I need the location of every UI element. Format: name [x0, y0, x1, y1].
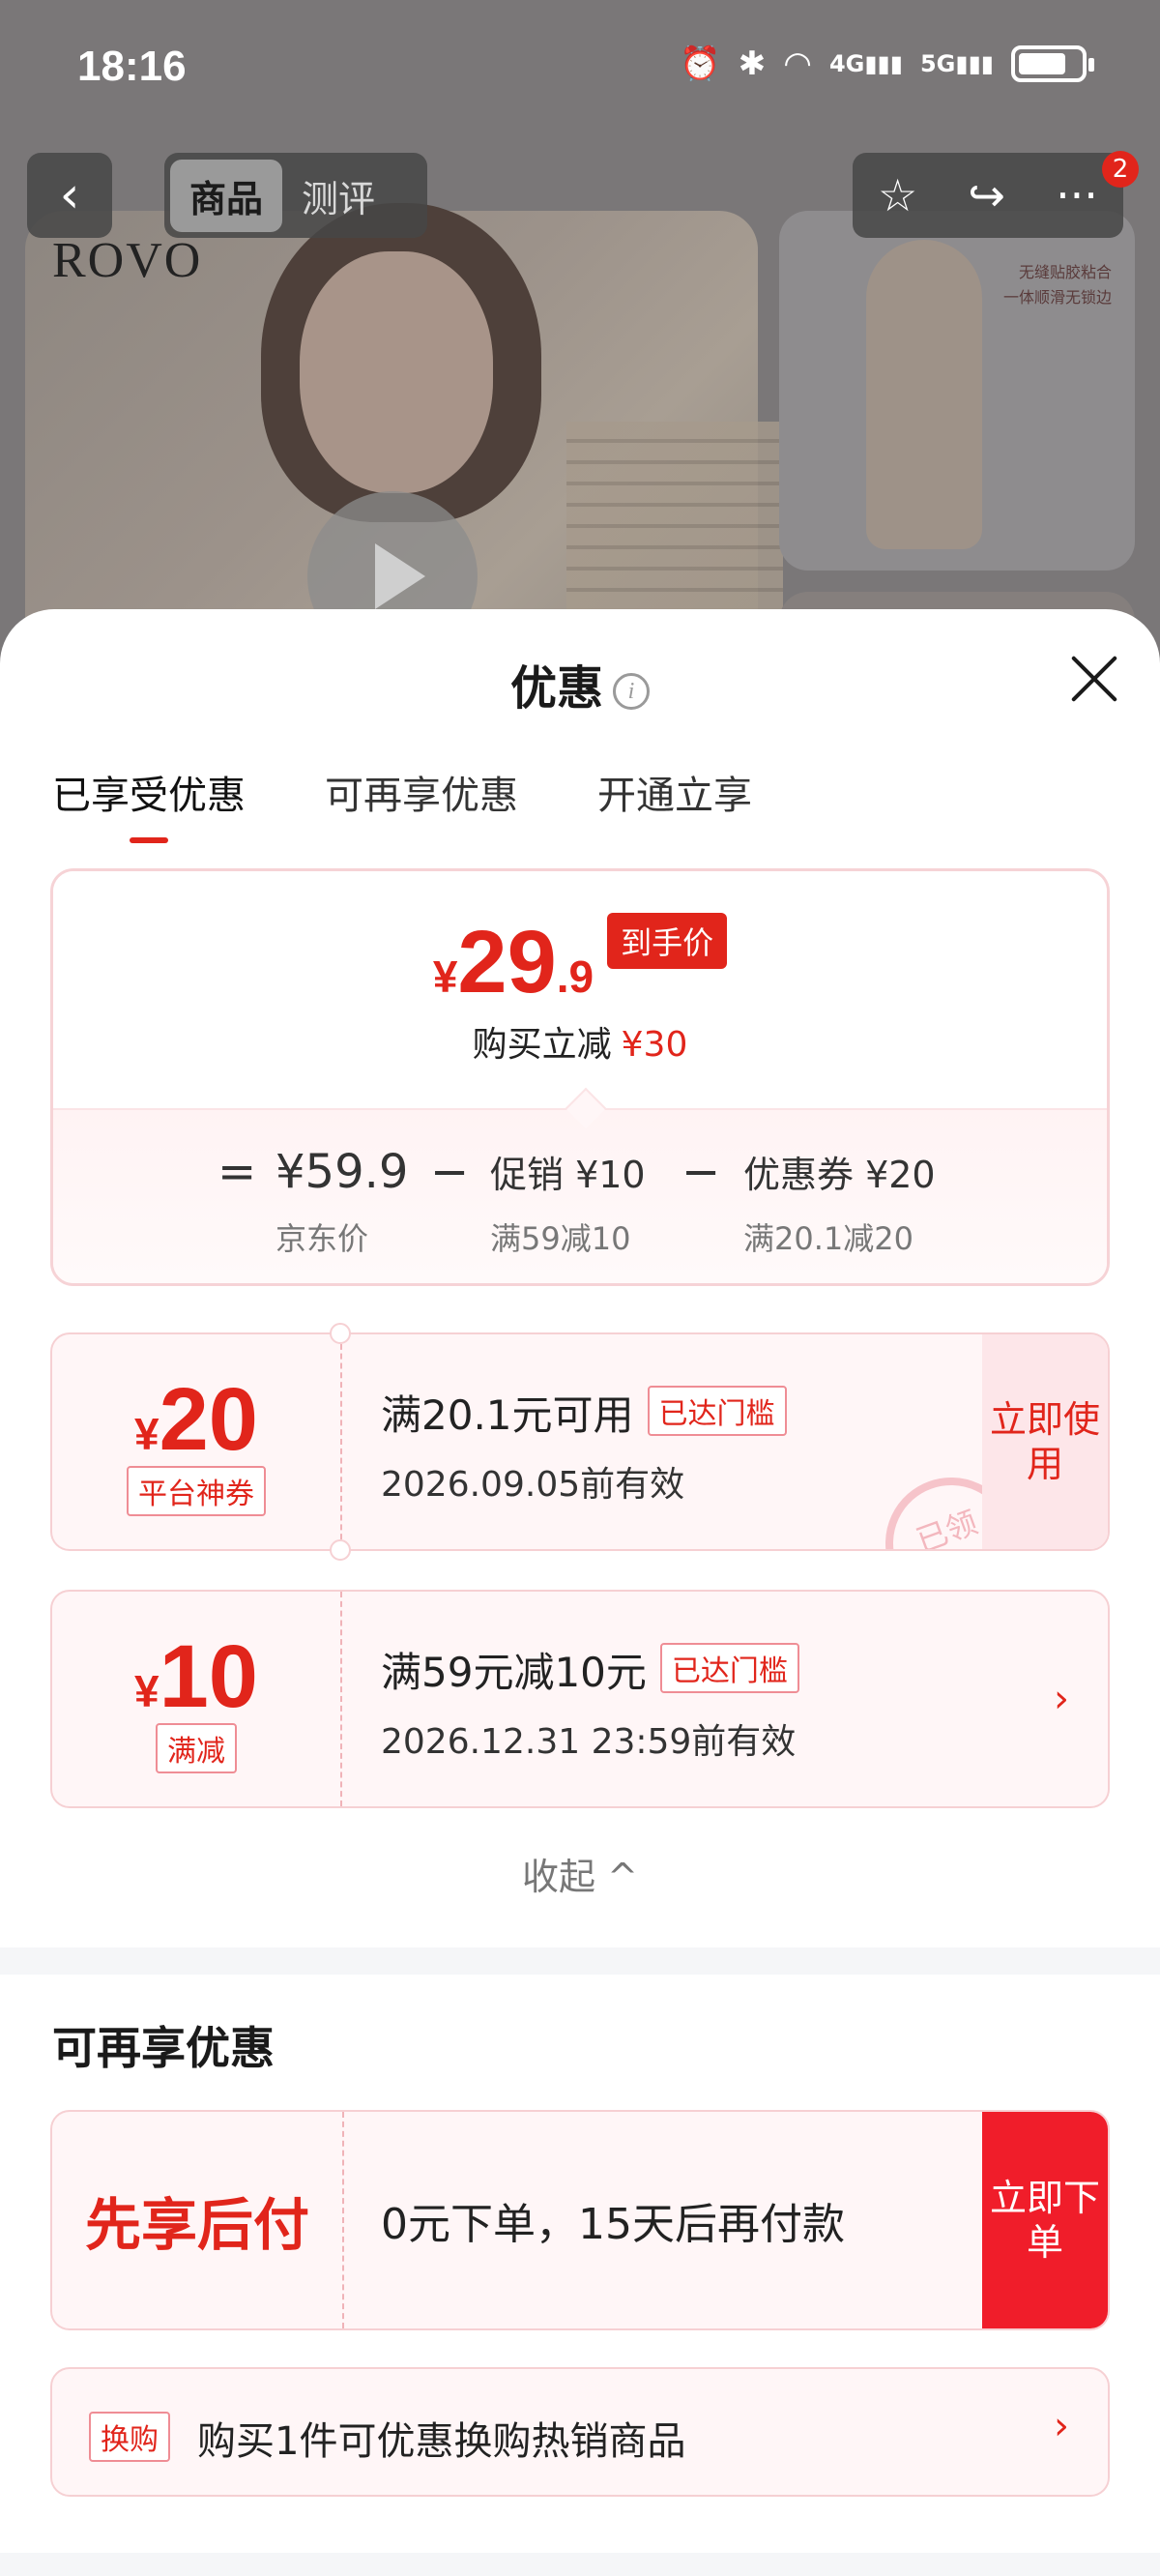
coupon-amount: 优惠券 ¥20 — [743, 1154, 936, 1196]
coupon-type-label: 平台神券 — [127, 1466, 266, 1516]
minus-sign: − — [430, 1145, 470, 1199]
threshold-reached-badge: 已达门槛 — [647, 1386, 787, 1436]
info-icon[interactable]: i — [613, 673, 650, 710]
thumbnail-caption-1: 无缝贴胶粘合 — [1018, 263, 1112, 281]
coupon-type-label-wrap: 满减 — [52, 1723, 340, 1773]
minus-sign-2: − — [682, 1145, 721, 1199]
coupon-value: ¥10 — [134, 1627, 258, 1726]
coupon-value: ¥20 — [134, 1370, 258, 1469]
notification-badge: 2 — [1102, 151, 1139, 188]
bnpl-description: 0元下单，15天后再付款 — [381, 2200, 845, 2249]
discount-tabs: 已享受优惠 可再享优惠 开通立享 — [52, 764, 752, 843]
more-icon[interactable]: ··· — [1056, 169, 1098, 221]
thumbnail-model — [866, 240, 982, 549]
tab-product[interactable]: 商品 — [170, 159, 283, 232]
thumbnail-caption-2: 一体顺滑无锁边 — [1002, 288, 1112, 307]
product-thumbnail[interactable]: 无缝贴胶粘合 一体顺滑无锁边 — [779, 211, 1135, 571]
tab-activate[interactable]: 开通立享 — [597, 764, 752, 820]
battery-icon — [1011, 45, 1094, 82]
discount-sheet: 优惠 i 已享受优惠 可再享优惠 开通立享 ¥29.9到手价 购买立减 ¥30 = … — [0, 609, 1160, 2576]
collapse-button[interactable]: 收起 ^ — [0, 1847, 1160, 1900]
swap-tag: 换购 — [89, 2412, 170, 2462]
back-button[interactable]: ‹ — [27, 153, 112, 238]
platform-coupon-card[interactable]: ¥20 平台神券 满20.1元可用 已达门槛 2026.09.05前有效 已领 立… — [50, 1332, 1110, 1551]
close-button[interactable] — [1067, 652, 1121, 706]
alarm-icon: ⏰ — [680, 44, 721, 83]
price-summary: ¥29.9到手价 购买立减 ¥30 = ¥59.9 京东价 − 促销 ¥10 满5… — [50, 868, 1110, 1286]
signal-5g-icon: 5G▮▮▮ — [919, 50, 994, 77]
nav-tabs: 商品 测评 — [164, 153, 427, 238]
wifi-icon: ◠ — [783, 44, 812, 83]
share-icon[interactable]: ↪ — [968, 169, 1005, 221]
signal-4g-icon: 4G▮▮▮ — [828, 50, 903, 77]
coupon-condition: 满20.1元可用 已达门槛 — [381, 1383, 787, 1442]
base-price: ¥59.9 — [276, 1145, 409, 1199]
coupon-condition: 满59元减10元 已达门槛 — [381, 1640, 799, 1699]
brand-logo: ROVO — [52, 233, 203, 288]
model-face — [300, 251, 493, 493]
section-divider — [0, 1947, 1160, 1975]
section-title-more: 可再享优惠 — [52, 2022, 275, 2074]
star-icon[interactable]: ☆ — [878, 169, 917, 221]
chevron-right-icon[interactable]: › — [1054, 2404, 1069, 2448]
swap-description: 购买1件可优惠换购热销商品 — [197, 2419, 686, 2464]
coupon-condition: 满20.1减20 — [743, 1220, 914, 1257]
status-time: 18:16 — [77, 43, 187, 90]
equals-sign: = — [218, 1145, 257, 1199]
coupon-left-panel: ¥10 满减 — [52, 1592, 342, 1806]
instant-reduction: 购买立减 ¥30 — [472, 1025, 688, 1065]
coupon-type-label-wrap: 平台神券 — [52, 1466, 340, 1516]
tab-review[interactable]: 测评 — [282, 160, 394, 232]
status-bar: 18:16 ⏰ ✱ ◠ 4G▮▮▮ 5G▮▮▮ — [0, 0, 1160, 135]
tab-enjoyed[interactable]: 已享受优惠 — [52, 764, 246, 843]
promo-condition: 满59减10 — [490, 1220, 631, 1257]
threshold-reached-badge: 已达门槛 — [659, 1643, 799, 1693]
coupon-expiry: 2026.09.05前有效 — [381, 1465, 685, 1505]
sheet-title: 优惠 i — [0, 650, 1160, 717]
final-price-tag: 到手价 — [607, 913, 728, 969]
chevron-left-icon: ‹ — [59, 166, 80, 224]
base-price-label: 京东价 — [276, 1220, 369, 1257]
coupon-expiry: 2026.12.31 23:59前有效 — [381, 1722, 797, 1762]
swap-purchase-row[interactable]: 换购 购买1件可优惠换购热销商品 › — [50, 2367, 1110, 2497]
full-reduction-card[interactable]: ¥10 满减 满59元减10元 已达门槛 2026.12.31 23:59前有效 … — [50, 1590, 1110, 1808]
coupon-notch-bottom — [330, 1539, 351, 1561]
status-icons: ⏰ ✱ ◠ 4G▮▮▮ 5G▮▮▮ — [680, 44, 1094, 83]
promo-amount: 促销 ¥10 — [490, 1154, 646, 1196]
bluetooth-icon: ✱ — [738, 44, 767, 83]
order-now-button[interactable]: 立即下单 — [982, 2112, 1108, 2328]
coupon-left-panel: ¥20 平台神券 — [52, 1334, 342, 1549]
final-price: ¥29.9到手价 — [53, 912, 1107, 1013]
buy-now-pay-later-card[interactable]: 先享后付 0元下单，15天后再付款 立即下单 — [50, 2110, 1110, 2330]
nav-actions: ☆ ↪ ··· — [853, 153, 1123, 238]
use-now-button[interactable]: 立即使用 — [982, 1334, 1108, 1549]
coupon-type-label: 满减 — [156, 1723, 237, 1773]
coupon-notch-top — [330, 1323, 351, 1344]
chevron-right-icon[interactable]: › — [1054, 1677, 1069, 1721]
bnpl-title: 先享后付 — [52, 2112, 344, 2328]
tab-more-available[interactable]: 可再享优惠 — [325, 764, 518, 820]
bottom-divider — [0, 2553, 1160, 2576]
price-breakdown: = ¥59.9 京东价 − 促销 ¥10 满59减10 − 优惠券 ¥20 满2… — [53, 1108, 1107, 1283]
